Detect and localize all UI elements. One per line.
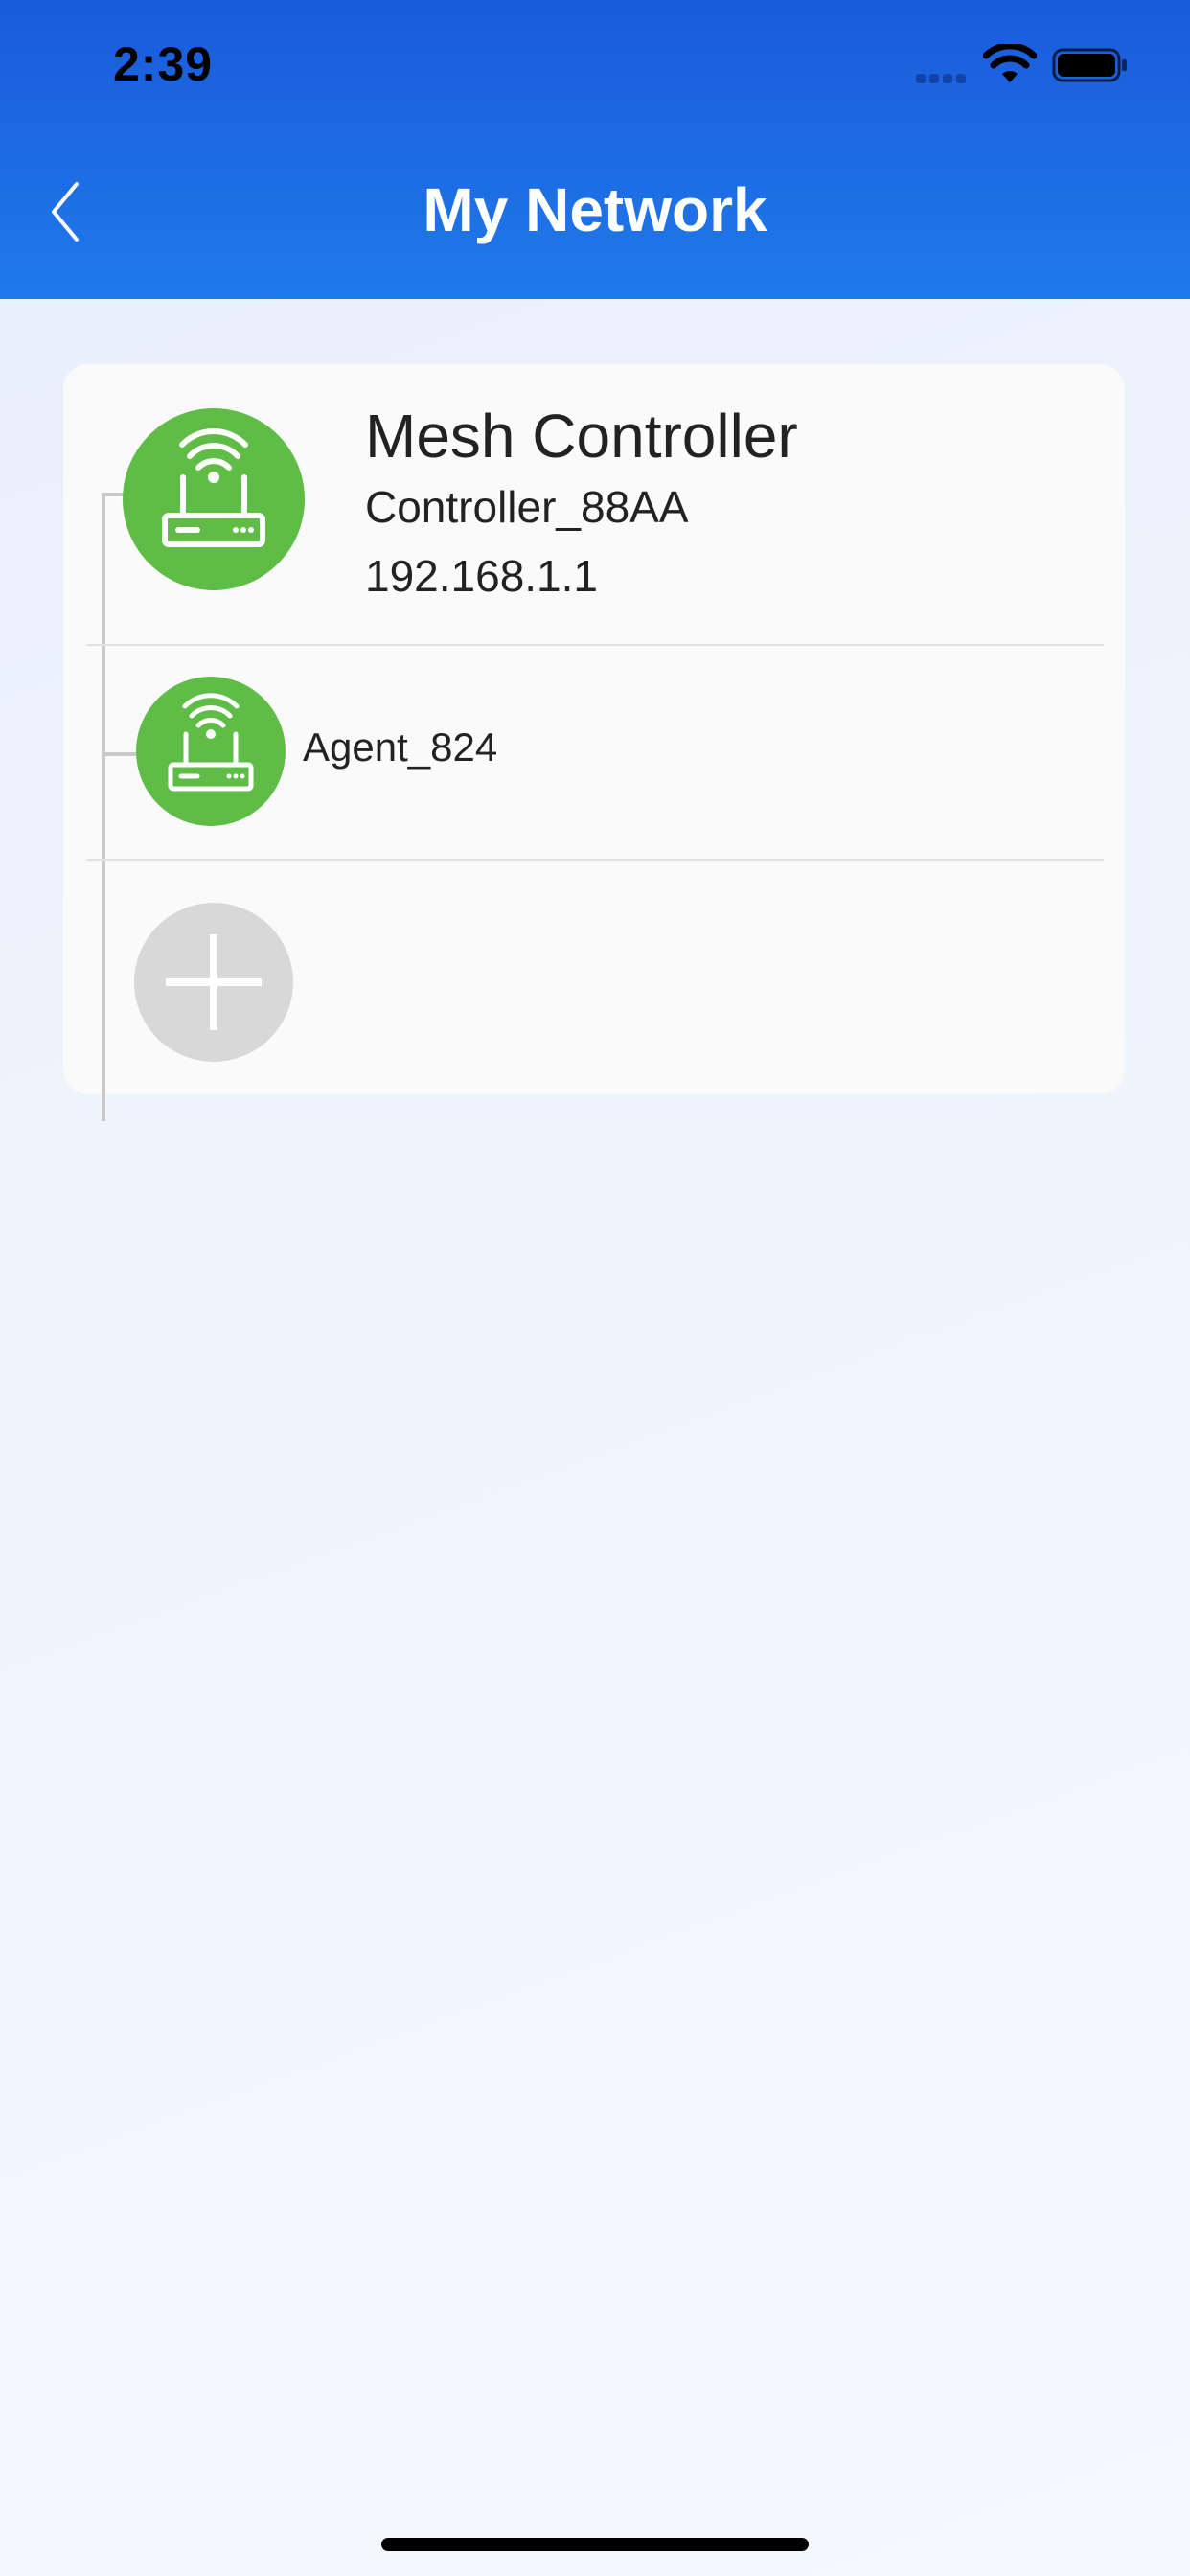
controller-name: Controller_88AA bbox=[365, 482, 689, 532]
wifi-status-icon bbox=[983, 44, 1037, 82]
controller-type-label: Mesh Controller bbox=[365, 402, 798, 471]
controller-ip: 192.168.1.1 bbox=[365, 551, 599, 601]
agent-name: Agent_824 bbox=[303, 724, 498, 770]
controller-router-icon bbox=[123, 408, 305, 590]
topology-line-agent bbox=[102, 752, 136, 756]
navigation-header: 2:39 My Network bbox=[0, 0, 1190, 299]
status-time: 2:39 bbox=[113, 37, 214, 91]
topology-line-vertical bbox=[102, 494, 105, 1121]
topology-line-top bbox=[102, 493, 125, 496]
battery-icon bbox=[1052, 48, 1127, 82]
home-indicator[interactable] bbox=[381, 2538, 809, 2551]
add-node-button[interactable] bbox=[134, 903, 293, 1062]
page-title: My Network bbox=[423, 175, 767, 244]
cellular-signal-icon bbox=[916, 71, 970, 83]
divider bbox=[86, 859, 1104, 861]
divider bbox=[86, 644, 1104, 646]
plus-icon bbox=[166, 934, 262, 1030]
network-topology-card: Mesh Controller Controller_88AA 192.168.… bbox=[63, 364, 1125, 1121]
agent-router-icon bbox=[136, 677, 286, 826]
